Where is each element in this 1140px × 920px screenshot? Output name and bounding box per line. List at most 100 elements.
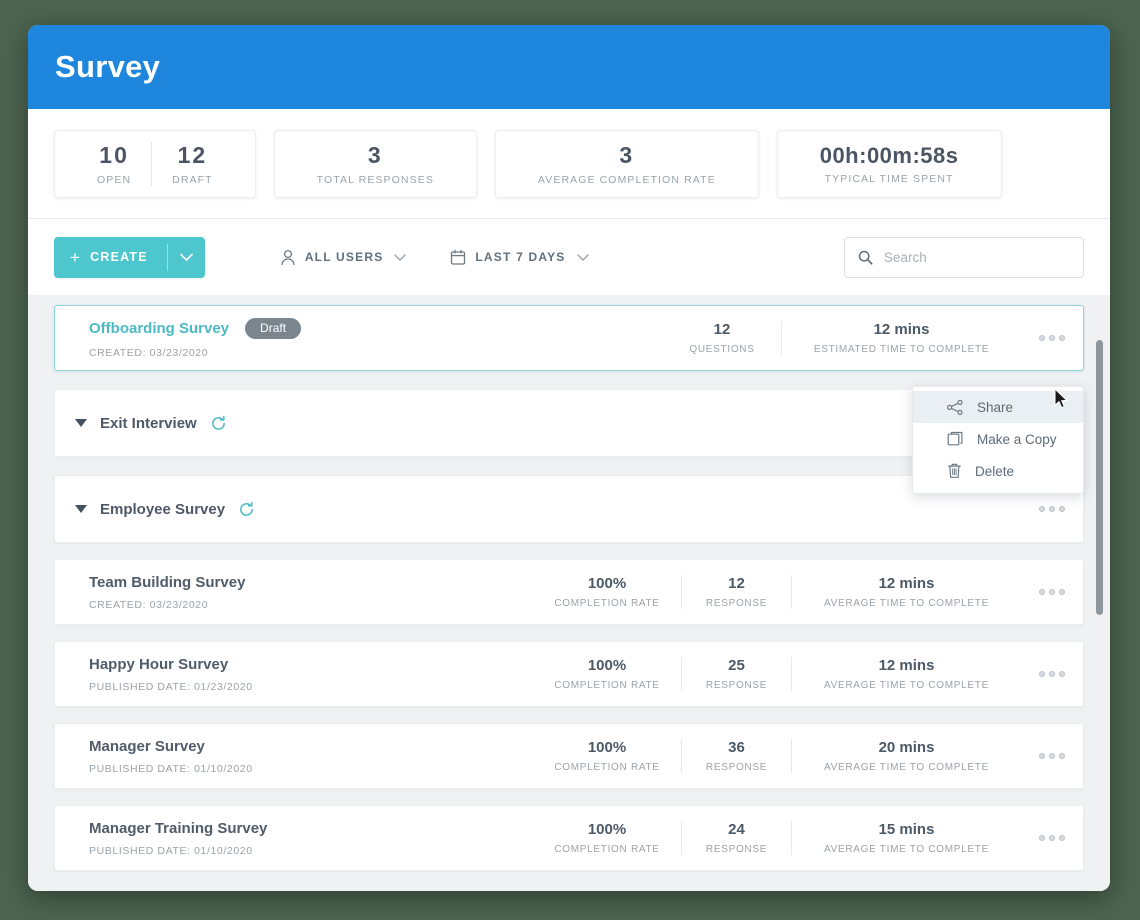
stat-completion-rate-value: 100% bbox=[587, 739, 627, 756]
row-overflow-menu-button[interactable] bbox=[1021, 671, 1083, 677]
caret-down-icon[interactable] bbox=[75, 419, 87, 427]
search-box[interactable] bbox=[844, 236, 1084, 278]
dot bbox=[1059, 589, 1065, 595]
survey-row-manager[interactable]: Manager Survey PUBLISHED DATE: 01/10/202… bbox=[54, 723, 1084, 789]
menu-item-delete-label: Delete bbox=[975, 463, 1015, 479]
row-stats: 100% COMPLETION RATE 24 RESPONSE 15 mins… bbox=[533, 821, 1021, 855]
stat-responses: 36 RESPONSE bbox=[681, 739, 791, 773]
dot bbox=[1039, 753, 1045, 759]
row-stats: 100% COMPLETION RATE 25 RESPONSE 12 mins… bbox=[533, 657, 1021, 691]
row-info: Manager Training Survey PUBLISHED DATE: … bbox=[55, 820, 533, 857]
trash-icon bbox=[948, 463, 961, 478]
dot bbox=[1049, 671, 1055, 677]
stat-cell-typical-time-spent: 00h:00m:58s TYPICAL TIME SPENT bbox=[800, 143, 979, 185]
stat-completion-rate-label: COMPLETION RATE bbox=[554, 598, 660, 609]
row-stats: 100% COMPLETION RATE 36 RESPONSE 20 mins… bbox=[533, 739, 1021, 773]
share-icon bbox=[947, 399, 963, 415]
stat-completion-rate-value: 100% bbox=[587, 821, 627, 838]
row-info: Happy Hour Survey PUBLISHED DATE: 01/23/… bbox=[55, 656, 533, 693]
stat-responses-label: RESPONSE bbox=[705, 844, 768, 855]
menu-item-make-a-copy-label: Make a Copy bbox=[977, 431, 1057, 447]
row-info: Manager Survey PUBLISHED DATE: 01/10/202… bbox=[55, 738, 533, 775]
group-header[interactable]: Exit Interview bbox=[55, 415, 1021, 432]
row-overflow-menu-button[interactable] bbox=[1021, 589, 1083, 595]
survey-title: Team Building Survey bbox=[89, 573, 246, 591]
stat-cell-average-completion-rate: 3 AVERAGE COMPLETION RATE bbox=[518, 142, 736, 185]
survey-title: Manager Training Survey bbox=[89, 819, 268, 837]
chevron-down-icon bbox=[180, 253, 193, 261]
stat-responses: 24 RESPONSE bbox=[681, 821, 791, 855]
group-title: Employee Survey bbox=[100, 500, 226, 518]
stat-responses: 25 RESPONSE bbox=[681, 657, 791, 691]
stat-average-time-value: 15 mins bbox=[878, 821, 935, 838]
menu-item-share[interactable]: Share bbox=[913, 391, 1083, 423]
stat-value-open: 10 bbox=[99, 142, 129, 169]
stat-label-total-responses: TOTAL RESPONSES bbox=[316, 173, 434, 186]
vertical-scrollbar-thumb[interactable] bbox=[1096, 340, 1103, 615]
filter-all-users[interactable]: ALL USERS bbox=[280, 249, 407, 266]
create-dropdown-toggle[interactable] bbox=[168, 237, 205, 278]
group-header[interactable]: Employee Survey bbox=[55, 501, 1021, 518]
page-header: Survey bbox=[28, 25, 1110, 109]
survey-date: PUBLISHED DATE: 01/23/2020 bbox=[89, 680, 253, 693]
summary-stats-bar: 10 OPEN 12 DRAFT 3 TOTAL RESPONSES 3 AVE… bbox=[28, 109, 1110, 219]
caret-down-icon[interactable] bbox=[75, 505, 87, 513]
survey-row-manager-training[interactable]: Manager Training Survey PUBLISHED DATE: … bbox=[54, 805, 1084, 871]
create-button[interactable]: + CREATE bbox=[54, 237, 167, 278]
search-input[interactable] bbox=[883, 249, 1070, 265]
row-overflow-menu-button[interactable] bbox=[1021, 753, 1083, 759]
survey-row-happy-hour[interactable]: Happy Hour Survey PUBLISHED DATE: 01/23/… bbox=[54, 641, 1084, 707]
stat-completion-rate: 100% COMPLETION RATE bbox=[533, 821, 681, 855]
dot bbox=[1049, 335, 1055, 341]
search-icon bbox=[858, 250, 873, 265]
stat-average-time: 20 mins AVERAGE TIME TO COMPLETE bbox=[791, 739, 1021, 773]
row-overflow-menu-button[interactable] bbox=[1021, 835, 1083, 841]
stat-average-time-value: 20 mins bbox=[878, 739, 935, 756]
survey-title: Manager Survey bbox=[89, 737, 205, 755]
dot bbox=[1039, 835, 1045, 841]
stat-completion-rate: 100% COMPLETION RATE bbox=[533, 657, 681, 691]
survey-list: Offboarding Survey Draft CREATED: 03/23/… bbox=[28, 295, 1110, 891]
stat-completion-rate: 100% COMPLETION RATE bbox=[533, 739, 681, 773]
stat-label-average-completion-rate: AVERAGE COMPLETION RATE bbox=[537, 173, 716, 186]
menu-item-make-a-copy[interactable]: Make a Copy bbox=[913, 423, 1083, 455]
stat-cell-open: 10 OPEN bbox=[77, 142, 151, 185]
create-button-label: CREATE bbox=[90, 250, 148, 264]
survey-row-team-building[interactable]: Team Building Survey CREATED: 03/23/2020… bbox=[54, 559, 1084, 625]
menu-item-delete[interactable]: Delete bbox=[913, 455, 1083, 487]
stat-average-time: 12 mins AVERAGE TIME TO COMPLETE bbox=[791, 575, 1021, 609]
dot bbox=[1059, 671, 1065, 677]
stat-completion-rate-label: COMPLETION RATE bbox=[554, 680, 660, 691]
filter-all-users-label: ALL USERS bbox=[304, 250, 384, 264]
stat-label-open: OPEN bbox=[97, 173, 132, 186]
filter-group: ALL USERS LAST 7 DAYS bbox=[280, 249, 589, 266]
dot bbox=[1059, 506, 1065, 512]
stat-label-typical-time-spent: TYPICAL TIME SPENT bbox=[824, 173, 954, 186]
stat-value-typical-time-spent: 00h:00m:58s bbox=[819, 142, 959, 168]
dot bbox=[1049, 753, 1055, 759]
create-button-group[interactable]: + CREATE bbox=[54, 236, 205, 278]
stat-card-total-responses: 3 TOTAL RESPONSES bbox=[273, 129, 477, 198]
stat-questions-label: QUESTIONS bbox=[689, 344, 755, 355]
filter-date-range[interactable]: LAST 7 DAYS bbox=[450, 249, 589, 266]
stat-average-time-label: AVERAGE TIME TO COMPLETE bbox=[824, 762, 989, 773]
stat-responses: 12 RESPONSE bbox=[681, 575, 791, 609]
stat-average-time-label: AVERAGE TIME TO COMPLETE bbox=[824, 598, 989, 609]
dot bbox=[1059, 835, 1065, 841]
row-stats: 12 QUESTIONS 12 mins ESTIMATED TIME TO C… bbox=[663, 321, 1021, 355]
stat-label-draft: DRAFT bbox=[172, 173, 213, 186]
group-overflow-menu-button[interactable] bbox=[1021, 506, 1083, 512]
dot bbox=[1059, 335, 1065, 341]
survey-row-offboarding[interactable]: Offboarding Survey Draft CREATED: 03/23/… bbox=[54, 305, 1084, 371]
stat-value-draft: 12 bbox=[177, 142, 208, 169]
stat-completion-rate: 100% COMPLETION RATE bbox=[533, 575, 681, 609]
user-icon bbox=[281, 249, 295, 265]
stat-average-time: 15 mins AVERAGE TIME TO COMPLETE bbox=[791, 821, 1021, 855]
row-info: Team Building Survey CREATED: 03/23/2020 bbox=[55, 574, 533, 611]
stat-average-time-label: AVERAGE TIME TO COMPLETE bbox=[824, 844, 989, 855]
row-overflow-menu-button[interactable] bbox=[1021, 335, 1083, 341]
group-title: Exit Interview bbox=[100, 414, 197, 432]
stat-average-time-value: 12 mins bbox=[878, 657, 935, 674]
dot bbox=[1059, 753, 1065, 759]
stat-value-total-responses: 3 bbox=[367, 142, 383, 169]
